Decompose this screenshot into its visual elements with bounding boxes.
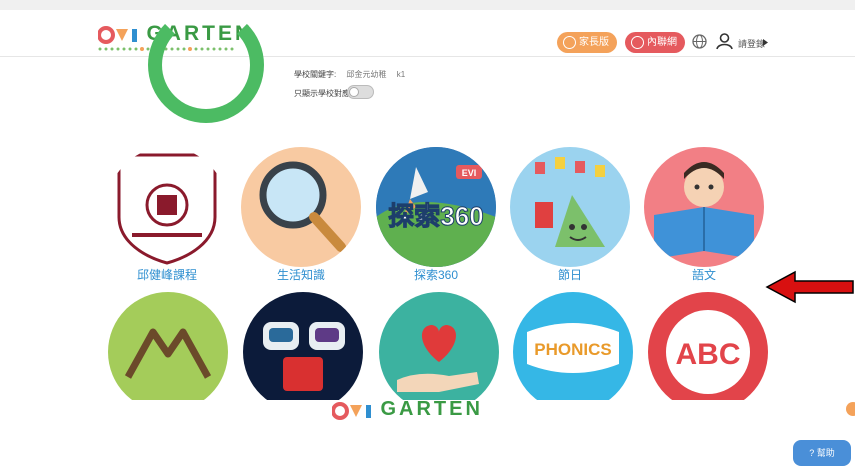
reading-boy-icon bbox=[654, 162, 754, 259]
magnifier-icon bbox=[259, 161, 346, 252]
tile-explore-360[interactable]: EVI 探索360 bbox=[376, 147, 496, 267]
tile-phonics[interactable]: PHONICS bbox=[513, 292, 633, 412]
tile-label-language[interactable]: 語文 bbox=[634, 266, 774, 283]
school-crest-icon bbox=[117, 153, 217, 265]
crown-icon bbox=[563, 36, 576, 49]
abc-text: ABC bbox=[676, 338, 741, 371]
tile-label-school-curriculum[interactable]: 邱健峰課程 bbox=[97, 266, 237, 283]
help-button[interactable]: ? 幫助 bbox=[793, 440, 851, 466]
toggle-knob bbox=[349, 87, 359, 97]
tile-label-festivals[interactable]: 節日 bbox=[500, 266, 640, 283]
tile-language[interactable] bbox=[644, 147, 764, 267]
tile-robots[interactable] bbox=[243, 292, 363, 412]
parent-version-label: 家長版 bbox=[579, 37, 609, 48]
progress-ring bbox=[148, 7, 264, 123]
mountain-icon bbox=[124, 328, 212, 379]
tile-life-knowledge[interactable] bbox=[241, 147, 361, 267]
tile-mountains[interactable] bbox=[108, 292, 228, 412]
phonics-text: PHONICS bbox=[534, 340, 611, 359]
login-link[interactable]: 請登錄 bbox=[738, 37, 765, 50]
festival-zongzi-icon bbox=[535, 157, 605, 247]
ovi-logo-icon bbox=[98, 26, 137, 44]
tile-heart-care[interactable] bbox=[379, 292, 499, 412]
school-keyword-extra: k1 bbox=[396, 70, 406, 79]
explore-360-badge: 探索360 bbox=[388, 201, 483, 231]
only-school-toggle[interactable] bbox=[347, 85, 374, 99]
evi-tag: EVI bbox=[462, 168, 477, 178]
tile-school-curriculum[interactable] bbox=[107, 147, 227, 267]
parent-version-button[interactable]: 家長版 bbox=[557, 32, 617, 53]
school-keyword-label: 學校關鍵字: bbox=[294, 70, 337, 79]
robots-icon bbox=[263, 322, 345, 391]
language-globe-icon[interactable] bbox=[692, 34, 707, 49]
rocket-icon: EVI 探索360 bbox=[376, 147, 496, 267]
footer-ovi-icon bbox=[331, 402, 371, 420]
red-arrow-icon bbox=[765, 270, 854, 304]
phonics-bubble-icon: PHONICS bbox=[527, 323, 619, 373]
tile-abc[interactable]: ABC bbox=[648, 292, 768, 412]
header-bar: GARTEN 家長版 內聯網 請登錄 bbox=[0, 10, 855, 57]
abc-bubble-icon: ABC bbox=[666, 310, 750, 394]
caret-right-icon bbox=[763, 39, 768, 46]
intranet-button[interactable]: 內聯網 bbox=[625, 32, 685, 53]
only-school-label: 只顯示學校對應 bbox=[294, 89, 350, 98]
user-icon[interactable] bbox=[716, 32, 733, 50]
globe-small-icon bbox=[631, 36, 644, 49]
intranet-label: 內聯網 bbox=[647, 37, 677, 48]
help-icon: ? bbox=[809, 448, 815, 458]
browser-top-strip bbox=[0, 0, 855, 10]
heart-hand-icon bbox=[397, 325, 479, 392]
footer-logo-word: GARTEN bbox=[380, 398, 483, 420]
tile-festivals[interactable] bbox=[510, 147, 630, 267]
help-label: 幫助 bbox=[816, 448, 835, 458]
school-keyword-value: 邱金元幼稚 bbox=[346, 70, 387, 79]
school-keyword-row: 學校關鍵字: 邱金元幼稚 k1 bbox=[294, 69, 405, 80]
tile-label-life-knowledge[interactable]: 生活知識 bbox=[231, 266, 371, 283]
main-content: 學校關鍵字: 邱金元幼稚 k1 只顯示學校對應 邱健峰課程 生活知識 EVI 探… bbox=[0, 7, 855, 466]
tile-label-explore-360[interactable]: 探索360 bbox=[366, 266, 506, 283]
corner-chat-icon[interactable] bbox=[846, 402, 855, 416]
footer-logo: GARTEN bbox=[331, 398, 483, 422]
